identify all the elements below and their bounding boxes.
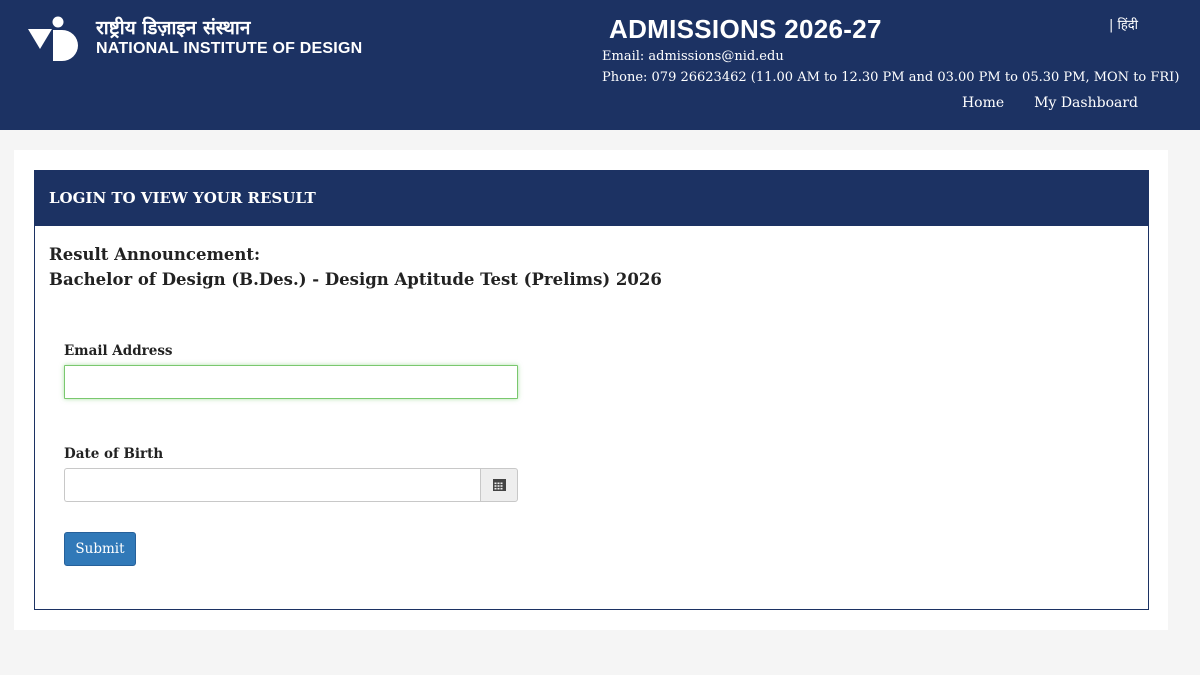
language-hindi-link[interactable]: | हिंदी <box>1109 15 1138 33</box>
contact-phone: Phone: 079 26623462 (11.00 AM to 12.30 P… <box>602 70 1180 85</box>
nav-dashboard-link[interactable]: My Dashboard <box>1034 95 1138 111</box>
logo-english-text: NATIONAL INSTITUTE OF DESIGN <box>96 40 363 57</box>
contact-email: Email: admissions@nid.edu <box>602 49 784 64</box>
nav-home-link[interactable]: Home <box>962 95 1004 111</box>
dob-field[interactable] <box>64 468 480 502</box>
login-form: Email Address Date of Birth Submit <box>64 343 518 566</box>
top-nav: Home My Dashboard <box>962 95 1138 111</box>
nid-logo-icon <box>28 16 78 61</box>
email-field[interactable] <box>64 365 518 399</box>
dob-input-group <box>64 468 518 502</box>
calendar-icon <box>492 479 506 491</box>
result-announcement: Result Announcement: Bachelor of Design … <box>35 226 1148 292</box>
announcement-title: Result Announcement: <box>49 245 261 264</box>
contact-info: Email: admissions@nid.edu Phone: 079 266… <box>602 46 1179 88</box>
logo-hindi-text: राष्ट्रीय डिज़ाइन संस्थान <box>96 17 251 39</box>
nid-logo[interactable]: राष्ट्रीय डिज़ाइन संस्थान NATIONAL INSTI… <box>28 15 362 63</box>
panel-heading: LOGIN TO VIEW YOUR RESULT <box>35 171 1148 226</box>
announcement-program: Bachelor of Design (B.Des.) - Design Apt… <box>49 270 662 289</box>
calendar-button[interactable] <box>480 468 518 502</box>
dob-label: Date of Birth <box>64 446 164 462</box>
result-login-panel: LOGIN TO VIEW YOUR RESULT Result Announc… <box>34 170 1149 610</box>
page-title: ADMISSIONS 2026-27 <box>609 14 882 44</box>
email-label: Email Address <box>64 343 173 359</box>
site-header: राष्ट्रीय डिज़ाइन संस्थान NATIONAL INSTI… <box>0 0 1200 130</box>
content-container: LOGIN TO VIEW YOUR RESULT Result Announc… <box>14 150 1168 630</box>
submit-button[interactable]: Submit <box>64 532 136 566</box>
